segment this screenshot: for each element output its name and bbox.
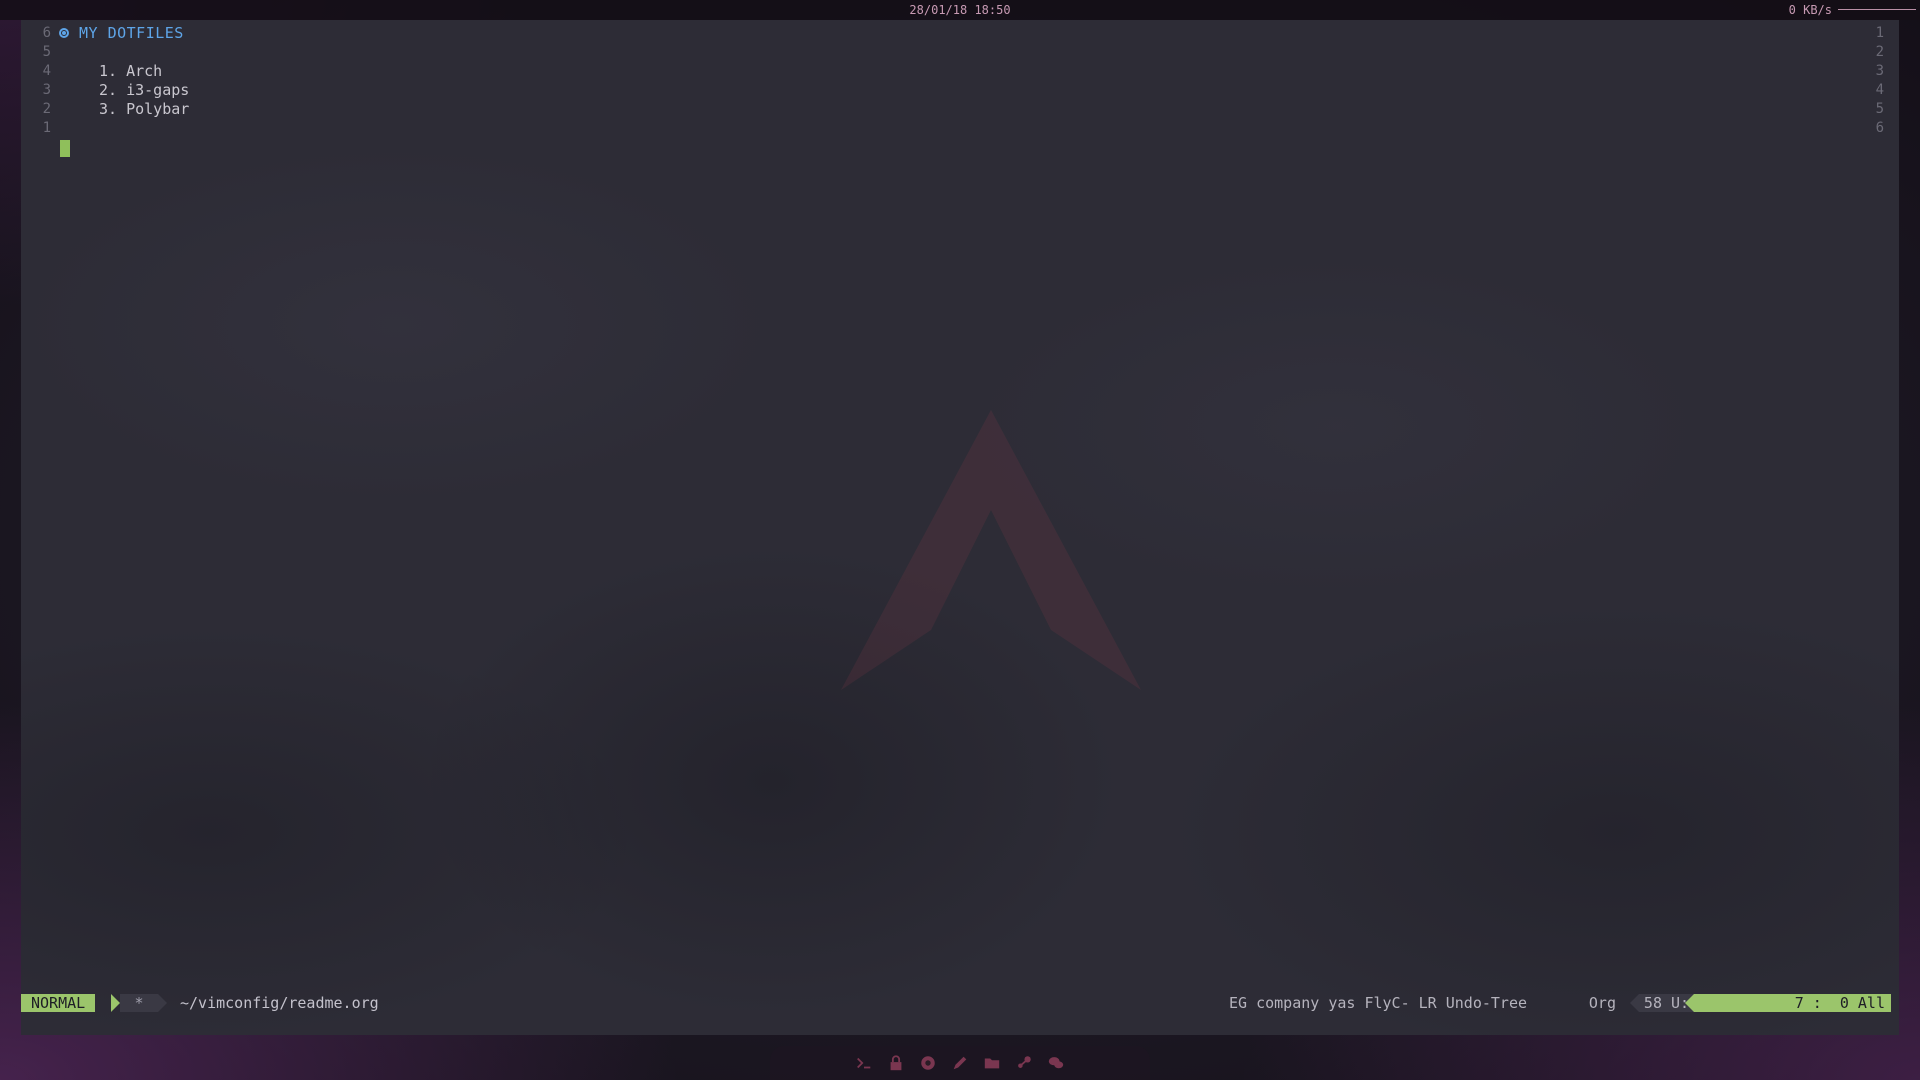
line-number: 5 xyxy=(42,44,51,60)
mode-indicator: NORMAL xyxy=(21,994,96,1012)
undo-separator-arrow xyxy=(1630,994,1639,1012)
heading-text: MY DOTFILES xyxy=(79,24,184,42)
buffer-line[interactable]: 5 2 xyxy=(21,43,1899,62)
pencil-icon[interactable] xyxy=(950,1053,970,1073)
modeline: NORMAL * ~/vimconfig/readme.org EG compa… xyxy=(21,993,1899,1013)
buffer-line[interactable]: 3 2. i3-gaps 4 xyxy=(21,81,1899,100)
app-dock xyxy=(770,1046,1150,1080)
line-number: 2 xyxy=(42,101,51,117)
buffer-line[interactable]: 6 MY DOTFILES 1 xyxy=(21,24,1899,43)
line-number: 6 xyxy=(42,25,51,41)
heading-line[interactable]: MY DOTFILES xyxy=(59,24,184,43)
buffer-line[interactable]: 2 3. Polybar 5 xyxy=(21,100,1899,119)
position-separator-arrow xyxy=(1685,994,1694,1012)
cursor-position-text: 7 : 0 All xyxy=(1794,994,1885,1012)
text-cursor xyxy=(60,140,70,157)
line-number: 4 xyxy=(42,63,51,79)
modified-flag: * xyxy=(120,994,158,1012)
relative-line-number: 5 xyxy=(1875,101,1884,117)
org-bullet-icon xyxy=(59,28,69,38)
dock-icons xyxy=(770,1046,1150,1080)
cursor-position: 7 : 0 All xyxy=(1694,994,1891,1012)
chat-icon[interactable] xyxy=(1046,1053,1066,1073)
editor-window[interactable]: 6 MY DOTFILES 1 5 2 4 1. Arch 3 3 2. i3-… xyxy=(21,20,1899,1035)
relative-line-number: 6 xyxy=(1875,120,1884,136)
mode-separator-arrow xyxy=(111,994,120,1012)
network-graph xyxy=(1838,9,1916,10)
buffer-lines[interactable]: 6 MY DOTFILES 1 5 2 4 1. Arch 3 3 2. i3-… xyxy=(21,24,1899,157)
buffer-line[interactable]: 1 6 xyxy=(21,119,1899,138)
network-speed: 0 KB/s xyxy=(1788,3,1832,17)
relative-line-number: 2 xyxy=(1875,44,1884,60)
line-number: 1 xyxy=(42,120,51,136)
list-item[interactable]: 2. i3-gaps xyxy=(99,81,189,100)
lock-icon[interactable] xyxy=(886,1053,906,1073)
terminal-icon[interactable] xyxy=(854,1053,874,1073)
browser-icon[interactable] xyxy=(918,1053,938,1073)
list-item[interactable]: 1. Arch xyxy=(99,62,162,81)
folder-icon[interactable] xyxy=(982,1053,1002,1073)
clock: 28/01/18 18:50 xyxy=(909,3,1011,17)
minor-modes[interactable]: EG company yas FlyC- LR Undo-Tree xyxy=(1229,993,1527,1013)
relative-line-number: 1 xyxy=(1875,25,1884,41)
list-item[interactable]: 3. Polybar xyxy=(99,100,189,119)
relative-line-number: 3 xyxy=(1875,63,1884,79)
line-number: 3 xyxy=(42,82,51,98)
modified-separator-arrow xyxy=(158,994,167,1012)
file-path[interactable]: ~/vimconfig/readme.org xyxy=(180,993,379,1013)
arch-logo-watermark xyxy=(841,410,1141,690)
top-status-bar: 28/01/18 18:50 0 KB/s xyxy=(0,0,1920,20)
buffer-line[interactable] xyxy=(21,138,1899,157)
relative-line-number: 4 xyxy=(1875,82,1884,98)
steam-icon[interactable] xyxy=(1014,1053,1034,1073)
buffer-line[interactable]: 4 1. Arch 3 xyxy=(21,62,1899,81)
major-mode[interactable]: Org xyxy=(1589,993,1616,1013)
